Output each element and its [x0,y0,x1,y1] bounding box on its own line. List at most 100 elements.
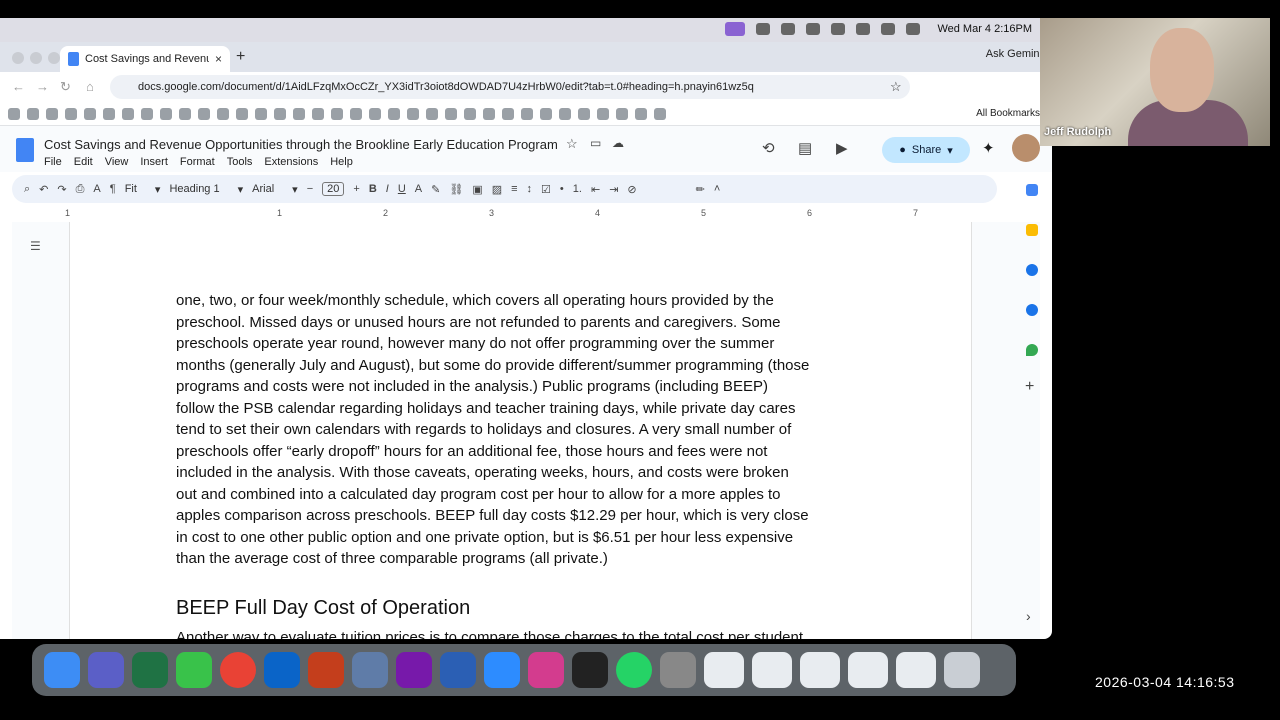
paint-format-icon[interactable]: ¶ [110,183,116,195]
zoom-window-button[interactable] [48,52,60,64]
cloud-icon[interactable] [806,23,821,35]
minimize-window-button[interactable] [30,52,42,64]
bookmark-icon[interactable] [445,107,457,120]
new-tab-icon[interactable]: + [236,48,245,66]
trash-icon[interactable] [944,652,980,688]
window-thumbnail[interactable] [704,652,744,688]
bookmark-icon[interactable] [141,107,153,120]
menu-extensions[interactable]: Extensions [264,156,318,168]
home-icon[interactable]: ⌂ [86,79,94,94]
maps-icon[interactable] [1026,344,1038,356]
body-text[interactable]: one, two, or four week/monthly schedule,… [176,290,876,570]
italic-icon[interactable]: I [386,183,389,195]
bookmark-icon[interactable] [103,107,115,120]
line-spacing-icon[interactable]: ↕ [527,183,533,195]
messages-icon[interactable] [176,652,212,688]
menu-view[interactable]: View [105,156,129,168]
teams-icon[interactable] [88,652,124,688]
decrease-size-icon[interactable]: − [307,183,313,195]
bookmark-icon[interactable] [236,107,248,120]
add-addon-icon[interactable]: + [1025,378,1034,396]
bookmark-icon[interactable] [597,107,609,120]
zoom-icon[interactable] [484,652,520,688]
menu-edit[interactable]: Edit [74,156,93,168]
checklist-icon[interactable]: ☑ [541,183,551,196]
star-icon[interactable]: ☆ [566,136,578,152]
document-title[interactable]: Cost Savings and Revenue Opportunities t… [44,137,558,152]
underline-icon[interactable]: U [398,183,406,195]
chevron-up-icon[interactable]: ˄ [714,183,720,195]
avatar[interactable] [1012,134,1040,162]
comment-icon[interactable]: ▣ [472,183,482,196]
status-icon[interactable] [756,23,771,35]
whatsapp-icon[interactable] [616,652,652,688]
bookmark-icon[interactable] [46,107,58,120]
menu-insert[interactable]: Insert [140,156,168,168]
onenote-icon[interactable] [396,652,432,688]
bookmark-icon[interactable] [502,107,514,120]
docs-logo-icon[interactable] [16,138,34,162]
battery-icon[interactable] [856,23,871,35]
bookmark-icon[interactable] [27,107,39,120]
bookmark-icon[interactable] [369,107,381,120]
bookmark-icon[interactable] [160,107,172,120]
bookmark-icon[interactable] [483,107,495,120]
menu-format[interactable]: Format [180,156,215,168]
tasks-icon[interactable] [1026,264,1038,276]
style-select[interactable]: Heading 1 ▾ [169,183,243,196]
bookmark-icon[interactable] [331,107,343,120]
bookmark-icon[interactable] [84,107,96,120]
window-thumbnail[interactable] [752,652,792,688]
close-window-button[interactable] [12,52,24,64]
menubar-clock[interactable]: Wed Mar 4 2:16PM [937,23,1032,35]
bookmark-icon[interactable] [65,107,77,120]
address-bar[interactable]: docs.google.com/document/d/1AidLFzqMxOcC… [110,75,910,99]
back-icon[interactable]: ← [12,79,25,94]
bookmark-icon[interactable] [122,107,134,120]
close-tab-icon[interactable]: × [215,52,222,66]
gemini-icon[interactable]: ✦ [982,139,995,157]
screen-share-icon[interactable] [725,22,746,36]
terminal-icon[interactable] [572,652,608,688]
print-icon[interactable]: ⎙ [76,183,85,196]
bookmark-icon[interactable] [217,107,229,120]
status-icon[interactable] [781,23,796,35]
app-icon[interactable] [528,652,564,688]
bookmark-icon[interactable] [274,107,286,120]
bookmark-icon[interactable] [464,107,476,120]
bold-icon[interactable]: B [369,183,377,195]
editing-mode-icon[interactable]: ✏ [696,183,705,196]
calendar-icon[interactable] [1026,184,1038,196]
keep-icon[interactable] [1026,224,1038,236]
window-thumbnail[interactable] [896,652,936,688]
body-line[interactable]: Another way to evaluate tuition prices i… [176,629,803,639]
finder-icon[interactable] [44,652,80,688]
bookmark-icon[interactable] [312,107,324,120]
bookmark-icon[interactable] [616,107,628,120]
outlook-icon[interactable] [264,652,300,688]
bookmark-icon[interactable] [8,107,20,120]
zoom-select[interactable]: Fit ▾ [125,183,161,196]
reload-icon[interactable]: ↻ [60,79,71,95]
bookmark-icon[interactable] [198,107,210,120]
bookmark-icon[interactable] [521,107,533,120]
menu-help[interactable]: Help [330,156,353,168]
image-icon[interactable]: ▨ [492,183,502,196]
bookmark-icon[interactable] [654,107,666,120]
powerpoint-icon[interactable] [308,652,344,688]
increase-indent-icon[interactable]: ⇥ [609,183,618,196]
status-icon[interactable] [831,23,846,35]
calculator-icon[interactable] [660,652,696,688]
move-folder-icon[interactable]: ▭ [590,136,601,150]
search-icon[interactable] [906,23,921,35]
section-heading[interactable]: BEEP Full Day Cost of Operation [176,597,470,620]
all-bookmarks-button[interactable]: All Bookmarks [976,108,1040,119]
menu-tools[interactable]: Tools [227,156,253,168]
ask-gemini-button[interactable]: Ask Gemini [986,48,1042,60]
align-icon[interactable]: ≡ [511,183,517,195]
bookmark-star-icon[interactable]: ☆ [890,79,902,95]
link-icon[interactable]: ⛓ [449,183,463,196]
wifi-icon[interactable] [881,23,896,35]
excel-icon[interactable] [132,652,168,688]
numbered-list-icon[interactable]: 1. [573,183,582,195]
